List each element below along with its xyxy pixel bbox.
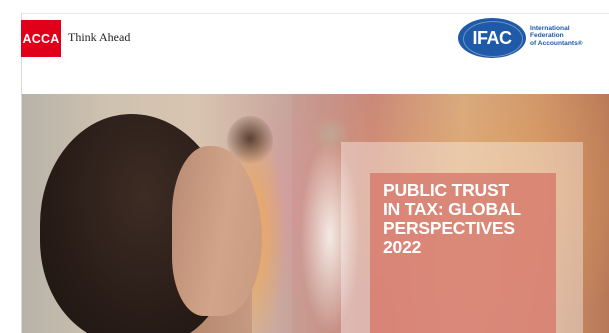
- ifac-name-line: Federation: [530, 32, 564, 40]
- tagline: Think Ahead: [68, 30, 131, 44]
- acca-logo: ACCA: [21, 20, 61, 57]
- ifac-logo: IFAC International Federation of Account…: [458, 18, 586, 58]
- ifac-logo-text: IFAC: [472, 27, 512, 48]
- cover-title-line: PUBLIC TRUST: [383, 180, 509, 200]
- ifac-name-line: International: [530, 25, 570, 32]
- cover-title-line: PERSPECTIVES: [383, 218, 515, 238]
- acca-logo-text: ACCA: [22, 31, 60, 46]
- ifac-full-name: International Federation of Accountants®: [530, 25, 588, 47]
- ifac-name-line: of Accountants®: [530, 39, 583, 47]
- cover-title: PUBLIC TRUST IN TAX: GLOBAL PERSPECTIVES…: [383, 181, 553, 257]
- cover-title-line: IN TAX: GLOBAL: [383, 199, 521, 219]
- cover-title-line: 2022: [383, 237, 422, 257]
